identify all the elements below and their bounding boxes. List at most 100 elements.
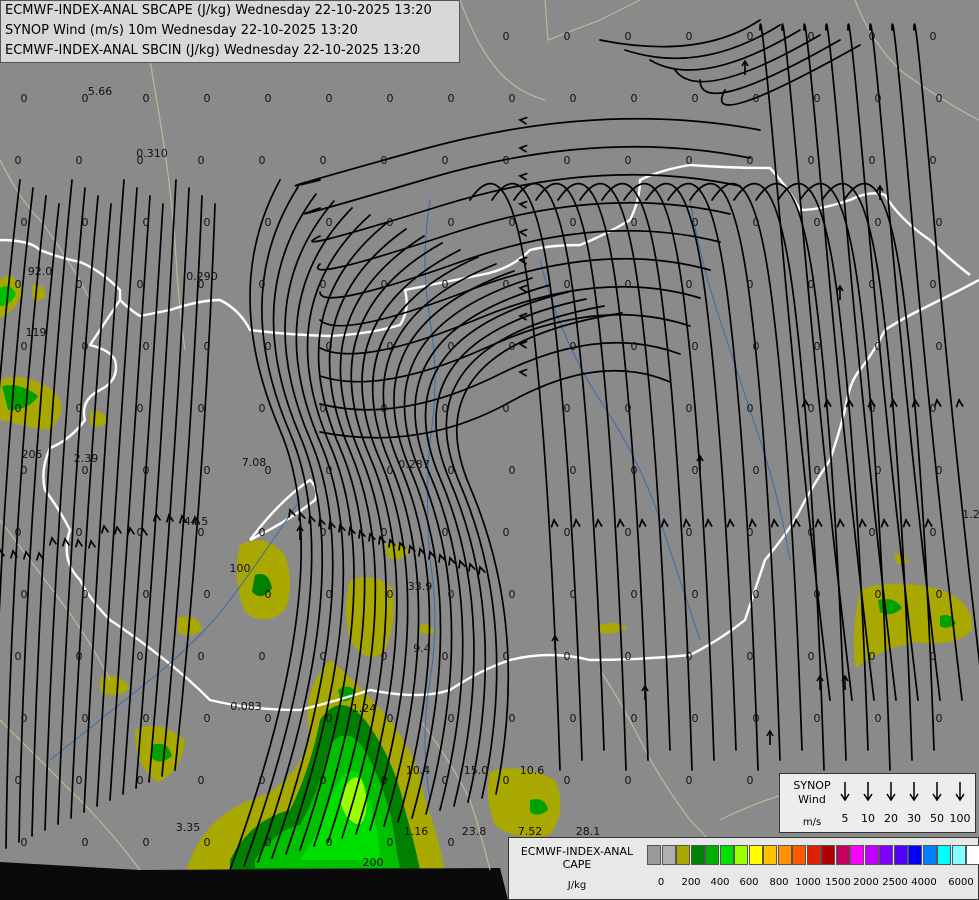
cape-tick-label: 6000 (948, 877, 974, 888)
value-label-zero: 0 (503, 402, 510, 415)
value-label-zero: 0 (509, 588, 516, 601)
value-label-zero: 0 (936, 712, 943, 725)
value-label-zero: 0 (930, 402, 937, 415)
wind-speed-20: 20 (884, 812, 898, 825)
value-label: 1.16 (404, 825, 429, 838)
value-label: 1.2 (962, 508, 979, 521)
value-label-zero: 0 (387, 340, 394, 353)
value-label-zero: 0 (448, 92, 455, 105)
value-label-zero: 0 (686, 30, 693, 43)
value-label-zero: 0 (198, 278, 205, 291)
value-label-zero: 0 (503, 278, 510, 291)
cape-swatch (966, 845, 979, 865)
value-label-zero: 0 (808, 30, 815, 43)
value-label-zero: 0 (747, 402, 754, 415)
value-label-zero: 0 (753, 216, 760, 229)
value-label-zero: 0 (143, 216, 150, 229)
value-label: 200 (363, 856, 384, 869)
cape-swatch (792, 845, 806, 865)
value-label-zero: 0 (570, 588, 577, 601)
value-label-zero: 0 (631, 712, 638, 725)
wind-legend-arrows (840, 782, 965, 802)
value-label-zero: 0 (265, 92, 272, 105)
value-label-zero: 0 (448, 712, 455, 725)
value-label-zero: 0 (564, 30, 571, 43)
value-label-zero: 0 (198, 774, 205, 787)
value-label-zero: 0 (930, 650, 937, 663)
value-label-zero: 0 (808, 278, 815, 291)
wind-arrow-50-icon (932, 782, 942, 802)
value-label-zero: 0 (265, 588, 272, 601)
value-label-zero: 0 (82, 216, 89, 229)
value-label-zero: 0 (204, 216, 211, 229)
value-label: 3.35 (176, 821, 201, 834)
value-label-zero: 0 (564, 650, 571, 663)
wind-speed-50: 50 (930, 812, 944, 825)
wind-legend-unit: m/s (802, 817, 822, 828)
value-label-zero: 0 (259, 154, 266, 167)
cape-swatch (835, 845, 850, 865)
value-label-zero: 0 (381, 154, 388, 167)
value-label-zero: 0 (509, 340, 516, 353)
value-label-zero: 0 (143, 712, 150, 725)
value-label-zero: 0 (143, 340, 150, 353)
value-label-zero: 0 (198, 526, 205, 539)
value-label-zero: 0 (326, 712, 333, 725)
wind-speed-100: 100 (949, 812, 971, 825)
value-label-zero: 0 (143, 836, 150, 849)
value-label-zero: 0 (320, 154, 327, 167)
value-label-zero: 0 (869, 650, 876, 663)
value-label-zero: 0 (692, 92, 699, 105)
wind-legend: SYNOP Wind m/s 5 10 20 30 50 100 (779, 773, 976, 833)
value-label-zero: 0 (869, 526, 876, 539)
value-label: 9.4 (413, 642, 431, 655)
value-label-zero: 0 (692, 216, 699, 229)
wind-speed-10: 10 (861, 812, 875, 825)
value-label-zero: 0 (76, 154, 83, 167)
value-label-zero: 0 (21, 588, 28, 601)
value-label-zero: 0 (265, 836, 272, 849)
value-label-zero: 0 (570, 92, 577, 105)
cape-swatch (734, 845, 748, 865)
value-label-zero: 0 (21, 464, 28, 477)
value-label-zero: 0 (625, 30, 632, 43)
value-label-zero: 0 (936, 216, 943, 229)
value-label: 10.6 (520, 764, 545, 777)
value-label-zero: 0 (564, 774, 571, 787)
wind-arrow-20-icon (886, 782, 896, 802)
value-label-zero: 0 (143, 588, 150, 601)
value-label-zero: 0 (259, 278, 266, 291)
value-label-zero: 0 (198, 154, 205, 167)
value-label-zero: 0 (686, 154, 693, 167)
weather-map[interactable]: 5.660.31092.0119205 2.39 7.080.29044.50.28… (0, 0, 979, 900)
cape-swatch (893, 845, 908, 865)
value-label-zero: 0 (503, 154, 510, 167)
value-label-zero: 0 (869, 402, 876, 415)
cape-swatch (951, 845, 966, 865)
value-label-zero: 0 (326, 836, 333, 849)
value-label-zero: 0 (76, 278, 83, 291)
value-label-zero: 0 (204, 92, 211, 105)
value-label-zero: 0 (15, 278, 22, 291)
value-label-zero: 0 (503, 774, 510, 787)
cape-legend-unit: J/kg (567, 880, 587, 891)
cape-legend: ECMWF-INDEX-ANAL CAPE J/kg 0 200 400 600 800… (508, 837, 979, 900)
cape-swatch (690, 845, 705, 865)
value-label-zero: 0 (503, 30, 510, 43)
value-label-zero: 0 (320, 526, 327, 539)
value-label-zero: 0 (747, 526, 754, 539)
value-label-zero: 0 (442, 526, 449, 539)
value-label-zero: 0 (442, 154, 449, 167)
wind-speed-30: 30 (907, 812, 921, 825)
value-label-zero: 0 (387, 92, 394, 105)
value-label-zero: 0 (875, 712, 882, 725)
value-label-zero: 0 (204, 712, 211, 725)
value-label-zero: 0 (21, 92, 28, 105)
value-label-zero: 0 (631, 588, 638, 601)
value-label-zero: 0 (21, 712, 28, 725)
value-label-zero: 0 (320, 278, 327, 291)
value-label-zero: 0 (448, 464, 455, 477)
value-label-zero: 0 (631, 92, 638, 105)
value-label-zero: 0 (814, 340, 821, 353)
value-label-zero: 0 (381, 774, 388, 787)
